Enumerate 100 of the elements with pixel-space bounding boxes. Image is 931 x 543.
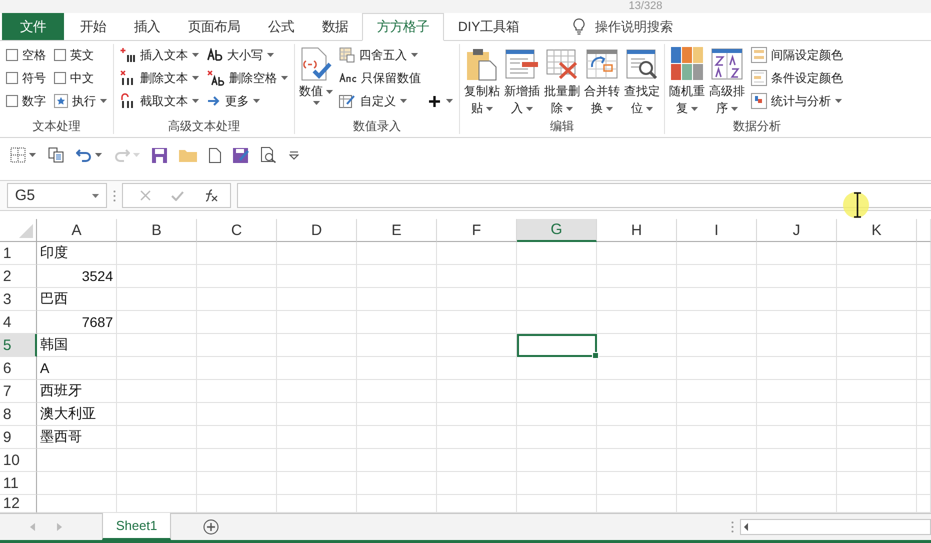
cell[interactable] <box>357 403 437 426</box>
cell[interactable] <box>597 311 677 334</box>
cell[interactable] <box>117 426 197 449</box>
cell[interactable] <box>677 311 757 334</box>
column-header[interactable]: I <box>677 219 757 242</box>
cell[interactable] <box>197 426 277 449</box>
cell[interactable] <box>437 403 517 426</box>
cell[interactable] <box>517 426 597 449</box>
cell[interactable] <box>517 403 597 426</box>
cell[interactable] <box>917 311 931 334</box>
cell[interactable] <box>357 242 437 265</box>
checkbox[interactable] <box>54 49 66 61</box>
column-header[interactable]: C <box>197 219 277 242</box>
cell[interactable] <box>517 380 597 403</box>
cell[interactable] <box>917 357 931 380</box>
cell[interactable] <box>277 242 357 265</box>
checkbox-option[interactable]: 英文 <box>52 44 109 66</box>
ribbon-large-button[interactable]: 复制粘 贴 <box>464 44 500 116</box>
cell[interactable] <box>677 403 757 426</box>
cell[interactable] <box>357 311 437 334</box>
row-header[interactable]: 9 <box>0 426 37 449</box>
cell[interactable] <box>277 426 357 449</box>
ribbon-tab[interactable]: 插入 <box>120 13 174 40</box>
cell[interactable] <box>117 449 197 472</box>
cell[interactable] <box>677 357 757 380</box>
cell[interactable] <box>517 449 597 472</box>
cell[interactable] <box>917 403 931 426</box>
row-header[interactable]: 8 <box>0 403 37 426</box>
formula-input[interactable] <box>237 183 931 208</box>
cell[interactable]: A <box>37 357 117 380</box>
checkbox-option[interactable]: 符号 <box>4 67 48 89</box>
ribbon-button[interactable]: 四舍五入 <box>337 44 423 66</box>
column-header[interactable]: B <box>117 219 197 242</box>
cell[interactable] <box>277 380 357 403</box>
horizontal-scrollbar[interactable] <box>740 519 931 535</box>
cell[interactable] <box>837 403 917 426</box>
cell[interactable] <box>837 449 917 472</box>
ribbon-tab[interactable]: 公式 <box>254 13 308 40</box>
cell[interactable] <box>597 334 677 357</box>
cell[interactable] <box>197 449 277 472</box>
cell[interactable] <box>357 449 437 472</box>
cell[interactable] <box>917 472 931 495</box>
cell[interactable] <box>437 288 517 311</box>
ribbon-large-button[interactable]: 数值 <box>299 44 333 105</box>
ribbon-button[interactable]: 执行 <box>52 90 109 112</box>
cell[interactable] <box>597 449 677 472</box>
cell[interactable] <box>757 265 837 288</box>
ribbon-tab[interactable]: DIY工具箱 <box>444 13 534 40</box>
cell[interactable] <box>837 242 917 265</box>
cell[interactable] <box>837 472 917 495</box>
row-header[interactable]: 1 <box>0 242 37 265</box>
toolbar-button[interactable] <box>261 144 277 166</box>
cell[interactable] <box>277 334 357 357</box>
cell[interactable] <box>677 334 757 357</box>
ribbon-button[interactable]: 大小写 <box>205 44 290 66</box>
cell[interactable] <box>597 288 677 311</box>
cell[interactable]: 巴西 <box>37 288 117 311</box>
cell[interactable] <box>197 472 277 495</box>
cell[interactable] <box>437 380 517 403</box>
cell[interactable] <box>517 242 597 265</box>
cell[interactable] <box>37 449 117 472</box>
checkbox[interactable] <box>6 95 18 107</box>
checkbox[interactable] <box>6 72 18 84</box>
cell[interactable] <box>117 311 197 334</box>
ribbon-large-button[interactable]: 高级排 序 <box>709 44 745 116</box>
cell[interactable] <box>117 288 197 311</box>
cell[interactable] <box>357 357 437 380</box>
cell[interactable] <box>757 426 837 449</box>
cell[interactable] <box>917 449 931 472</box>
ribbon-tab[interactable]: 页面布局 <box>174 13 254 40</box>
cell[interactable] <box>437 311 517 334</box>
ribbon-tab[interactable]: 开始 <box>66 13 120 40</box>
column-header[interactable]: J <box>757 219 837 242</box>
ribbon-large-button[interactable]: 新增插 入 <box>504 44 540 116</box>
column-header[interactable]: K <box>837 219 917 242</box>
checkbox-option[interactable]: 中文 <box>52 67 109 89</box>
cell[interactable] <box>837 380 917 403</box>
ribbon-tab[interactable]: 方方格子 <box>362 13 444 41</box>
cell[interactable] <box>677 380 757 403</box>
cell[interactable]: 墨西哥 <box>37 426 117 449</box>
column-header[interactable]: A <box>37 219 117 242</box>
cell[interactable] <box>517 357 597 380</box>
ribbon-button[interactable]: 间隔设定颜色 <box>749 44 845 66</box>
cell[interactable] <box>757 242 837 265</box>
cell[interactable] <box>197 288 277 311</box>
row-header[interactable]: 10 <box>0 449 37 472</box>
cell[interactable] <box>677 288 757 311</box>
cell[interactable] <box>437 334 517 357</box>
cell[interactable] <box>357 334 437 357</box>
ribbon-large-button[interactable]: 随机重 复 <box>669 44 705 116</box>
cell[interactable] <box>437 426 517 449</box>
cell[interactable] <box>517 311 597 334</box>
checkbox[interactable] <box>54 72 66 84</box>
row-header[interactable]: 3 <box>0 288 37 311</box>
ribbon-button[interactable]: 插入文本 <box>118 44 201 66</box>
ribbon-large-button[interactable]: 合并转 换 <box>584 44 620 116</box>
cell[interactable] <box>757 288 837 311</box>
ribbon-button[interactable]: 统计与分析 <box>749 90 845 112</box>
cell[interactable] <box>277 288 357 311</box>
cell[interactable] <box>837 265 917 288</box>
